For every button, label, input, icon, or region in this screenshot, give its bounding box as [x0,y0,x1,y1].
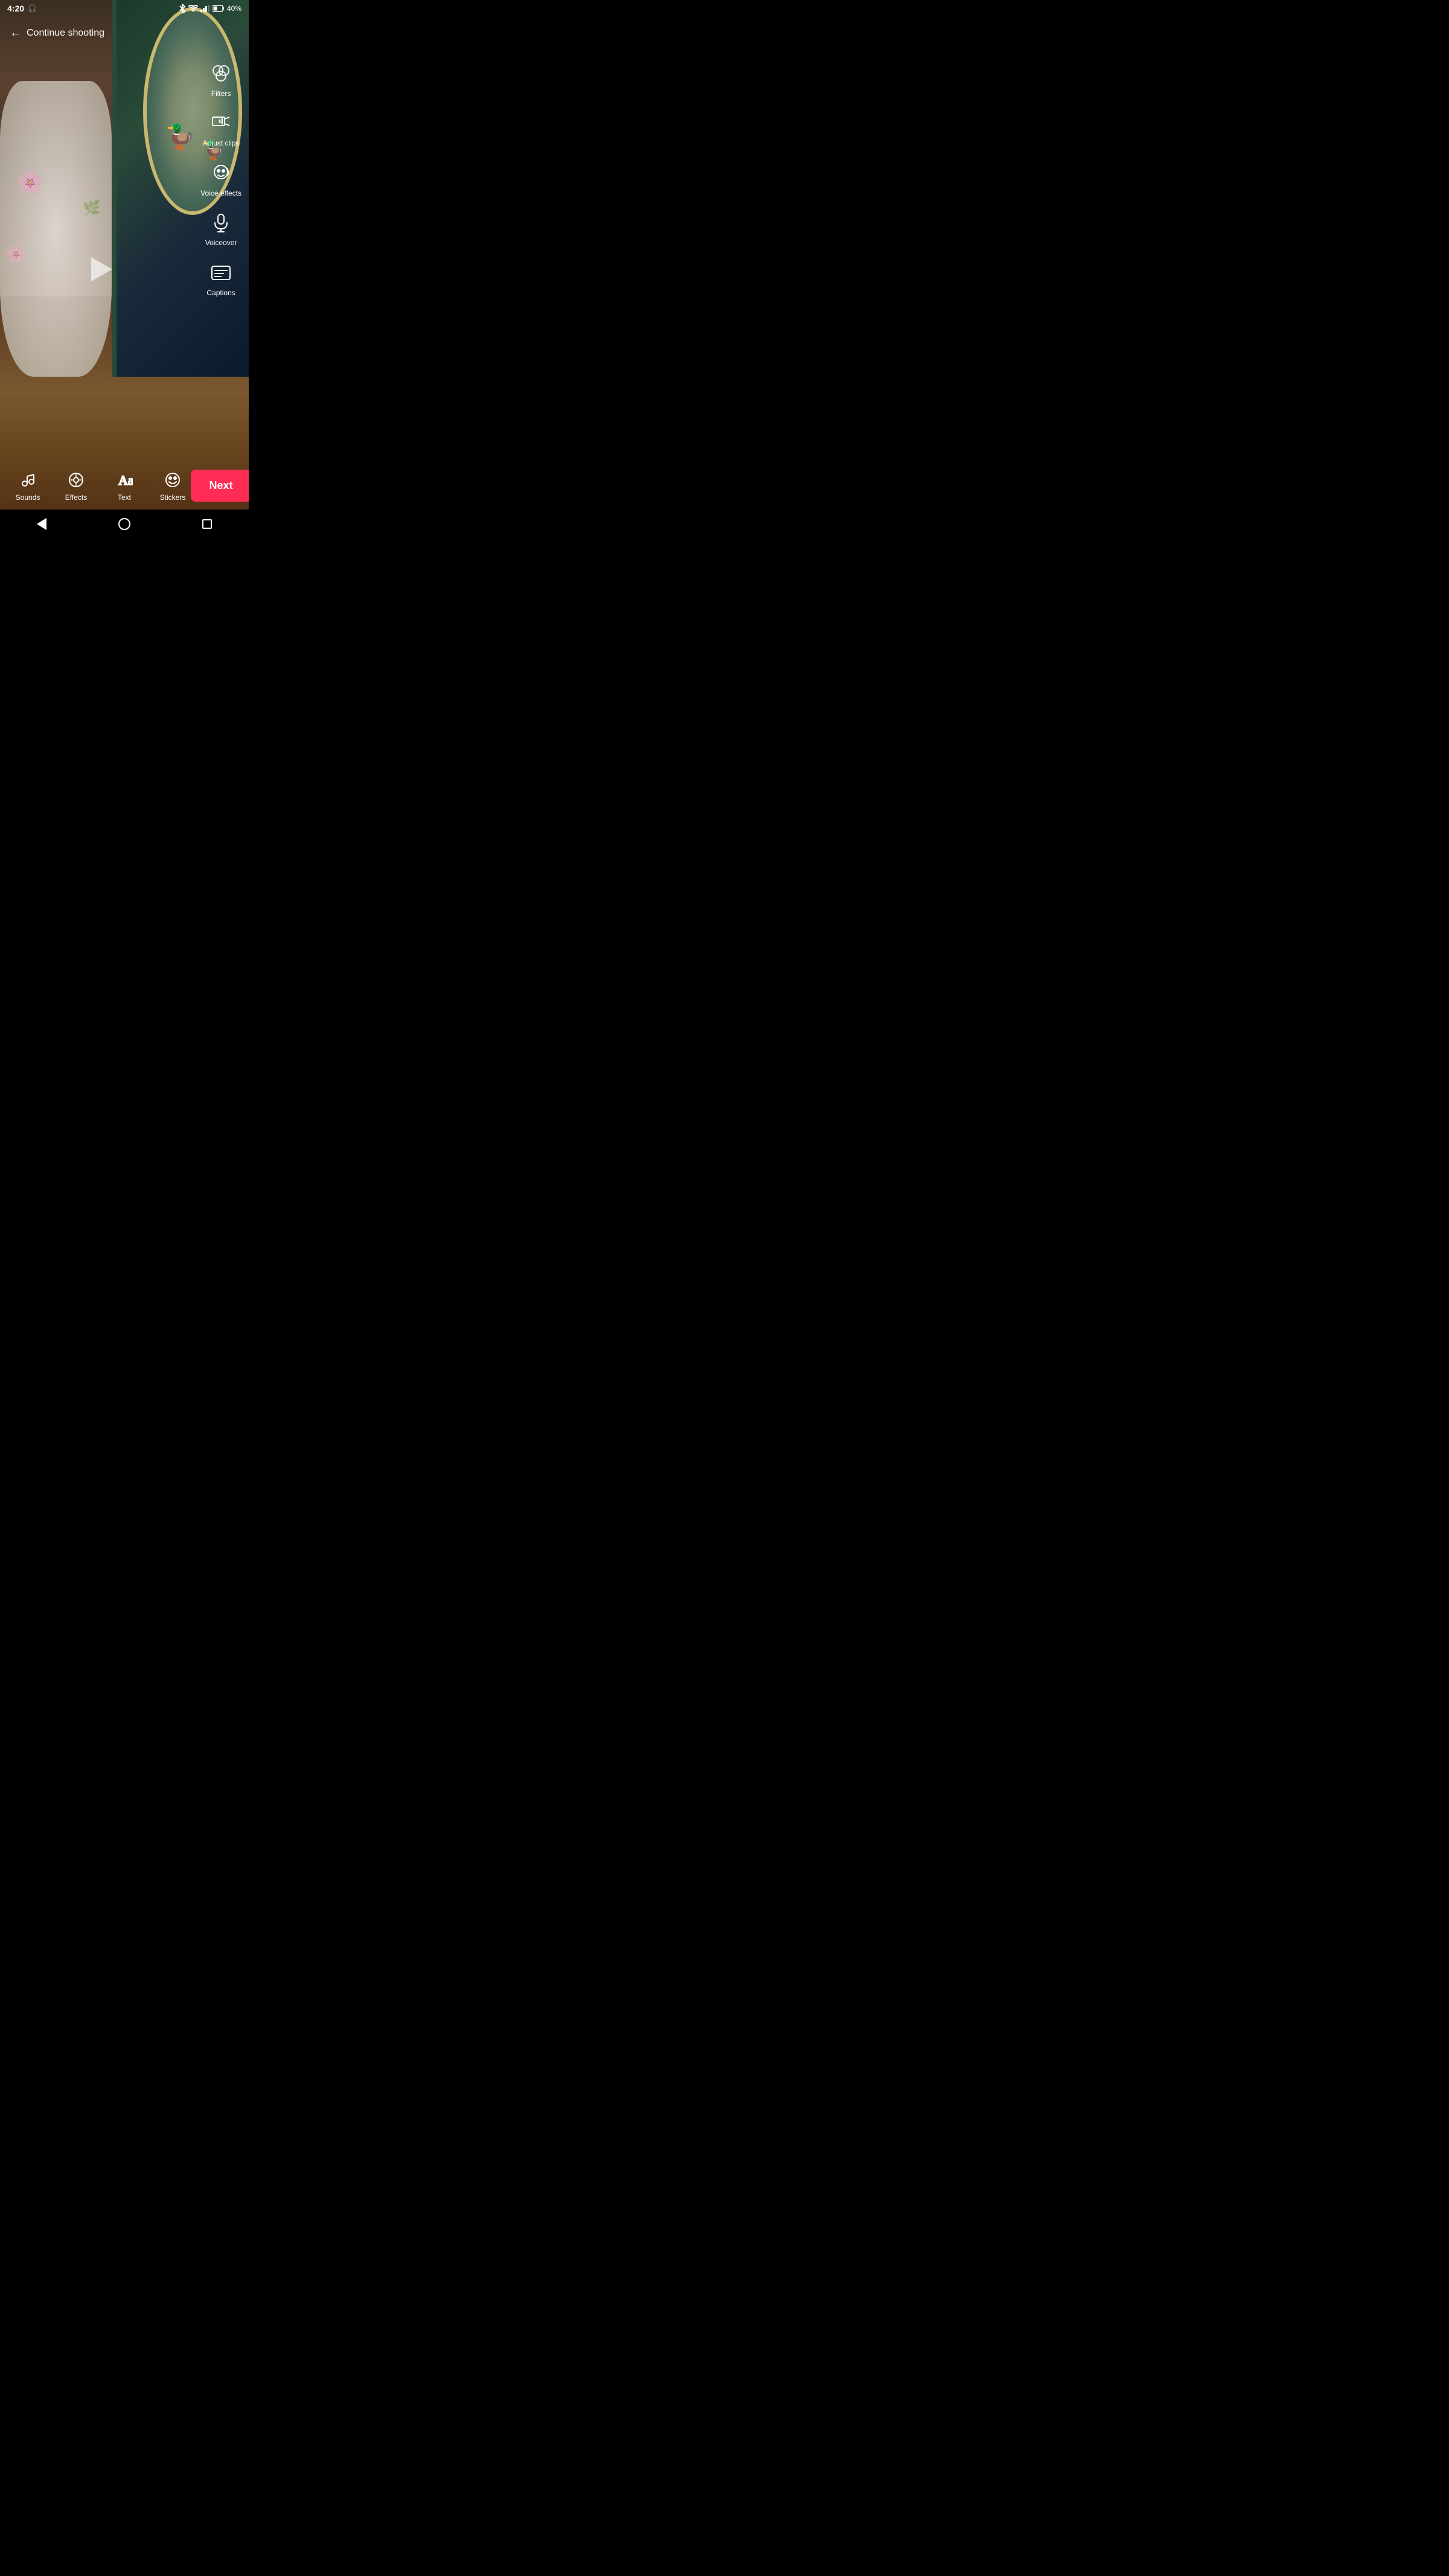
voiceover-icon [208,209,234,236]
status-right: 40% [179,4,242,13]
signal-icon [200,5,210,12]
back-arrow-icon: ← [10,26,22,40]
top-controls: ← Continue shooting [0,21,249,45]
adjust-clips-label: Adjust clips [203,139,240,147]
continue-shooting-label: Continue shooting [27,28,104,39]
stickers-label: Stickers [160,493,186,502]
bottom-toolbar: Sounds Effects [0,461,249,510]
adjust-clips-button[interactable]: Adjust clips [200,110,242,147]
bluetooth-icon [179,4,186,13]
effects-label: Effects [65,493,87,502]
play-triangle-icon [91,257,112,281]
battery-level: 40% [227,4,242,13]
stickers-button[interactable]: Stickers [155,469,191,502]
continue-shooting-button[interactable]: ← Continue shooting [10,26,104,40]
sounds-icon [17,469,39,491]
stickers-icon [162,469,184,491]
text-button[interactable]: Aa Text [106,469,142,502]
voiceover-button[interactable]: Voiceover [200,209,242,247]
text-icon: Aa [114,469,135,491]
voiceover-label: Voiceover [205,238,237,247]
voice-effects-label: Voice effects [200,189,242,197]
android-recents-icon [202,519,212,529]
effects-icon [65,469,87,491]
main-screen: 🦆 🦆 🌸 🌸 🌿 4:20 🎧 [0,0,249,539]
svg-text:Aa: Aa [118,473,133,488]
voice-effects-button[interactable]: Voice effects [200,160,242,197]
captions-button[interactable]: Captions [200,260,242,297]
status-time: 4:20 [7,4,24,13]
android-home-icon [118,518,130,530]
headphone-icon: 🎧 [28,4,37,13]
adjust-clips-icon [208,110,234,136]
status-left: 4:20 🎧 [7,4,37,13]
sounds-label: Sounds [16,493,40,502]
play-button[interactable] [85,254,115,284]
captions-icon [208,260,234,286]
next-button[interactable]: Next [191,470,249,502]
status-bar: 4:20 🎧 [0,0,249,17]
android-nav-bar [0,510,249,539]
voice-effects-icon [208,160,234,187]
filters-button[interactable]: Filters [200,60,242,98]
effects-button[interactable]: Effects [58,469,94,502]
android-recents-button[interactable] [194,511,220,537]
android-home-button[interactable] [111,511,138,537]
android-back-button[interactable] [28,511,55,537]
filters-icon [208,60,234,87]
wifi-icon [188,5,198,12]
captions-label: Captions [206,289,235,297]
android-back-icon [37,518,46,530]
cup-object: 🌸 🌸 🌿 [0,81,112,377]
filters-label: Filters [211,89,231,98]
sounds-button[interactable]: Sounds [10,469,46,502]
text-label: Text [118,493,131,502]
battery-icon [213,5,225,12]
right-tools-panel: Filters Adjust clips [200,60,242,297]
bottom-tools-group: Sounds Effects [10,469,191,502]
